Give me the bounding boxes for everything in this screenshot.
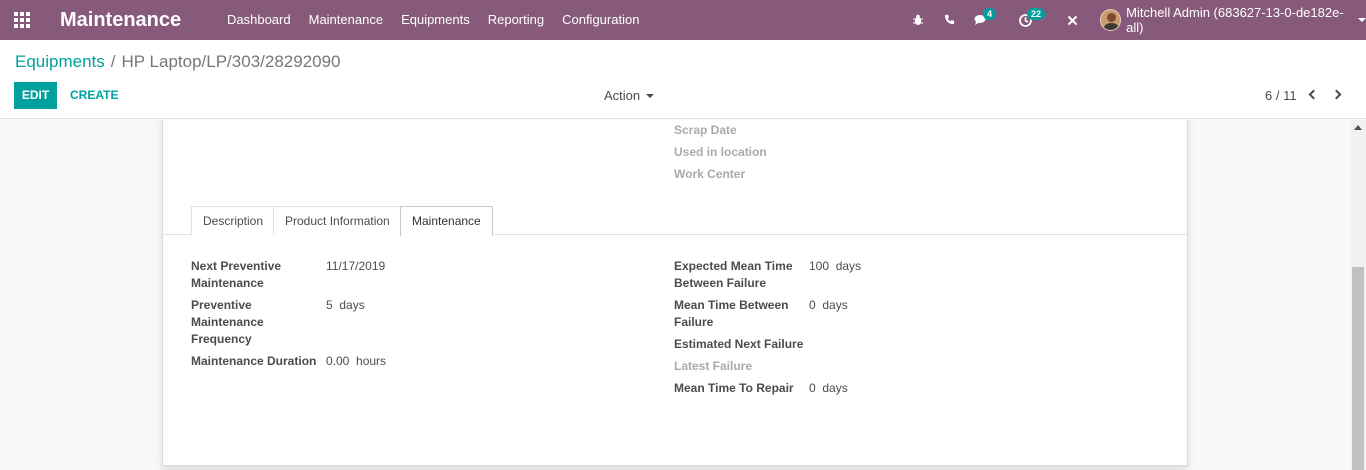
estimated-next-failure-label: Estimated Next Failure <box>674 337 804 351</box>
mean-time-between-failure-label: Mean Time Between Failure <box>674 298 789 329</box>
phone-icon[interactable] <box>940 11 958 29</box>
expected-mtbf-value: 100 days <box>809 259 862 273</box>
maintenance-duration-value: 0.00 hours <box>326 354 387 368</box>
main-menu: Dashboard Maintenance Equipments Reporti… <box>218 0 648 40</box>
scrap-date-label: Scrap Date <box>674 123 737 137</box>
scroll-up-arrow-icon[interactable] <box>1354 125 1362 130</box>
tab-product-information[interactable]: Product Information <box>273 206 402 235</box>
breadcrumb-equipments[interactable]: Equipments <box>15 52 105 71</box>
pager-value[interactable]: 6 / 11 <box>1265 82 1297 109</box>
pager-next-button[interactable] <box>1331 87 1346 103</box>
action-dropdown[interactable]: Action <box>604 82 655 109</box>
menu-item-maintenance[interactable]: Maintenance <box>300 0 392 40</box>
action-label: Action <box>604 88 641 103</box>
menu-item-equipments[interactable]: Equipments <box>392 0 479 40</box>
form-content: Scrap Date Used in location Work Center … <box>0 120 1350 470</box>
edit-button[interactable]: EDIT <box>14 82 57 109</box>
scrollbar-thumb[interactable] <box>1352 267 1364 470</box>
work-center-label: Work Center <box>674 167 746 181</box>
form-sheet: Scrap Date Used in location Work Center … <box>162 120 1188 466</box>
next-preventive-maintenance-label: Next Preventive Maintenance <box>191 259 282 290</box>
caret-down-icon <box>646 94 655 98</box>
expected-mtbf-label: Expected Mean Time Between Failure <box>674 259 793 290</box>
chevron-right-icon <box>1331 89 1342 100</box>
mean-time-to-repair-value: 0 days <box>809 381 848 395</box>
chevron-left-icon <box>1308 89 1319 100</box>
tab-description[interactable]: Description <box>191 206 276 235</box>
next-preventive-maintenance-value: 11/17/2019 <box>326 259 386 273</box>
used-in-location-label: Used in location <box>674 145 767 159</box>
top-navbar: Maintenance Dashboard Maintenance Equipm… <box>0 0 1366 40</box>
notebook-tabs: Description Product Information Maintena… <box>163 206 1187 236</box>
preventive-maintenance-frequency-label: Preventive Maintenance Frequency <box>191 298 264 346</box>
activities-badge: 22 <box>1027 8 1046 20</box>
avatar <box>1100 9 1122 31</box>
breadcrumb-current: HP Laptop/LP/303/28292090 <box>121 52 341 71</box>
menu-item-reporting[interactable]: Reporting <box>479 0 553 40</box>
apps-icon[interactable] <box>14 12 30 28</box>
clock-icon[interactable]: 22 <box>1016 8 1046 29</box>
tab-maintenance[interactable]: Maintenance <box>400 206 493 236</box>
create-button[interactable]: CREATE <box>66 82 122 109</box>
menu-item-configuration[interactable]: Configuration <box>553 0 648 40</box>
preventive-maintenance-frequency-value: 5 days <box>326 298 365 312</box>
mean-time-to-repair-label: Mean Time To Repair <box>674 381 794 395</box>
maintenance-duration-label: Maintenance Duration <box>191 354 317 368</box>
breadcrumb-separator: / <box>110 52 116 71</box>
messages-badge: 4 <box>983 8 997 20</box>
breadcrumb: Equipments / HP Laptop/LP/303/28292090 <box>15 52 341 72</box>
user-name: Mitchell Admin (683627-13-0-de182e-all) <box>1126 5 1344 35</box>
vertical-scrollbar[interactable] <box>1350 120 1366 470</box>
pager-previous-button[interactable] <box>1306 87 1320 103</box>
bug-icon[interactable] <box>909 11 927 29</box>
close-icon[interactable] <box>1063 11 1081 29</box>
latest-failure-label: Latest Failure <box>674 359 753 373</box>
user-menu[interactable]: Mitchell Admin (683627-13-0-de182e-all) <box>1100 5 1366 35</box>
app-title[interactable]: Maintenance <box>60 8 181 32</box>
mean-time-between-failure-value: 0 days <box>809 298 848 312</box>
menu-item-dashboard[interactable]: Dashboard <box>218 0 300 40</box>
chat-icon[interactable]: 4 <box>972 8 997 29</box>
control-panel: Equipments / HP Laptop/LP/303/28292090 EDI… <box>0 40 1366 119</box>
chevron-down-icon <box>1358 18 1366 22</box>
